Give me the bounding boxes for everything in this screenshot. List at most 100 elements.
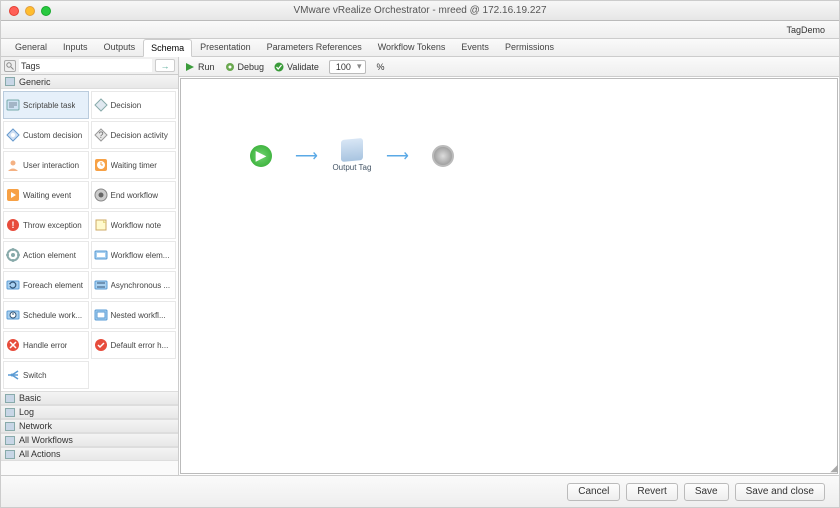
tab-general[interactable]: General [7, 38, 55, 56]
palette-item-workflow-element[interactable]: Workflow elem... [91, 241, 177, 269]
cancel-button[interactable]: Cancel [567, 483, 620, 501]
palette-item-asynchronous[interactable]: Asynchronous ... [91, 271, 177, 299]
tab-permissions[interactable]: Permissions [497, 38, 562, 56]
validate-button[interactable]: Validate [274, 62, 319, 72]
palette-item-schedule-workflow[interactable]: Schedule work... [3, 301, 89, 329]
folder-icon [5, 436, 15, 445]
waiting-timer-icon [94, 158, 108, 172]
titlebar: VMware vRealize Orchestrator - mreed @ 1… [1, 1, 839, 21]
category-log[interactable]: Log [1, 405, 178, 419]
folder-icon [5, 394, 15, 403]
palette-item-decision-activity[interactable]: ?Decision activity [91, 121, 177, 149]
palette-item-label: User interaction [23, 161, 79, 170]
category-network[interactable]: Network [1, 419, 178, 433]
folder-icon [5, 450, 15, 459]
palette-item-user-interaction[interactable]: User interaction [3, 151, 89, 179]
tab-schema[interactable]: Schema [143, 39, 192, 57]
tab-workflow-tokens[interactable]: Workflow Tokens [370, 38, 454, 56]
palette-item-label: Custom decision [23, 131, 82, 140]
palette-item-label: End workflow [111, 191, 159, 200]
waiting-event-icon [6, 188, 20, 202]
window-title: VMware vRealize Orchestrator - mreed @ 1… [1, 5, 839, 16]
palette-item-waiting-timer[interactable]: Waiting timer [91, 151, 177, 179]
tab-parameters-references[interactable]: Parameters References [259, 38, 370, 56]
tab-inputs[interactable]: Inputs [55, 38, 96, 56]
palette-item-label: Throw exception [23, 221, 82, 230]
palette-item-label: Schedule work... [23, 311, 82, 320]
asynchronous-icon [94, 278, 108, 292]
palette-item-label: Scriptable task [23, 101, 75, 110]
palette-item-label: Switch [23, 371, 47, 380]
start-node[interactable]: ▶ [241, 145, 281, 167]
switch-icon [6, 368, 20, 382]
palette-item-throw-exception[interactable]: ! Throw exception [3, 211, 89, 239]
script-icon [6, 98, 20, 112]
search-icon[interactable] [4, 60, 16, 72]
palette-item-label: Waiting event [23, 191, 71, 200]
search-input[interactable] [19, 59, 152, 72]
category-all-workflows[interactable]: All Workflows [1, 433, 178, 447]
debug-button[interactable]: Debug [225, 62, 265, 72]
palette-item-label: Nested workfl... [111, 311, 166, 320]
tab-presentation[interactable]: Presentation [192, 38, 259, 56]
tab-outputs[interactable]: Outputs [96, 38, 144, 56]
save-button[interactable]: Save [684, 483, 729, 501]
palette-item-end-workflow[interactable]: End workflow [91, 181, 177, 209]
zoom-select[interactable]: 100 ▾ [329, 60, 367, 74]
svg-text:!: ! [12, 220, 15, 230]
category-generic[interactable]: Generic [1, 75, 178, 89]
run-button[interactable]: Run [185, 62, 215, 72]
resize-grip-icon[interactable]: ◢ [830, 463, 838, 474]
workflow-name: TagDemo [786, 25, 825, 35]
palette-item-label: Workflow note [111, 221, 162, 230]
tab-events[interactable]: Events [453, 38, 497, 56]
save-and-close-button[interactable]: Save and close [735, 483, 825, 501]
arrow-icon: ⟶ [386, 146, 409, 166]
palette-item-switch[interactable]: Switch [3, 361, 89, 389]
palette-item-decision[interactable]: Decision [91, 91, 177, 119]
default-error-icon [94, 338, 108, 352]
end-workflow-icon [94, 188, 108, 202]
palette-item-default-error[interactable]: Default error h... [91, 331, 177, 359]
folder-icon [5, 408, 15, 417]
scriptable-task-node[interactable]: Output Tag [332, 139, 372, 172]
palette-item-label: Asynchronous ... [111, 281, 171, 290]
palette-item-label: Handle error [23, 341, 67, 350]
palette-item-label: Action element [23, 251, 76, 260]
nested-workflow-icon [94, 308, 108, 322]
workflow-canvas[interactable]: ▶ ⟶ Output Tag ⟶ [180, 78, 838, 474]
palette-item-label: Waiting timer [111, 161, 157, 170]
folder-icon [5, 422, 15, 431]
palette-item-label: Default error h... [111, 341, 169, 350]
end-node[interactable] [423, 145, 463, 167]
palette-item-nested-workflow[interactable]: Nested workfl... [91, 301, 177, 329]
palette-item-workflow-note[interactable]: Workflow note [91, 211, 177, 239]
user-interaction-icon [6, 158, 20, 172]
palette-item-foreach-element[interactable]: Foreach element [3, 271, 89, 299]
palette-item-waiting-event[interactable]: Waiting event [3, 181, 89, 209]
arrow-icon: ⟶ [295, 146, 318, 166]
zoom-percent: % [376, 62, 384, 72]
handle-error-icon [6, 338, 20, 352]
decision-activity-icon: ? [94, 128, 108, 142]
tab-bar: General Inputs Outputs Schema Presentati… [1, 39, 839, 57]
folder-icon [5, 77, 15, 86]
action-element-icon [6, 248, 20, 262]
foreach-element-icon [6, 278, 20, 292]
workflow-note-icon [94, 218, 108, 232]
palette-search: → [1, 57, 178, 75]
search-go-button[interactable]: → [155, 59, 175, 72]
palette-item-handle-error[interactable]: Handle error [3, 331, 89, 359]
schema-toolbar: Run Debug Validate 100 ▾ % [179, 57, 839, 77]
custom-decision-icon [6, 128, 20, 142]
palette-item-label: Decision activity [111, 131, 168, 140]
chevron-down-icon: ▾ [357, 61, 362, 72]
palette-item-script[interactable]: Scriptable task [3, 91, 89, 119]
palette-sidebar: → Generic Scriptable task Decision Custom … [1, 57, 179, 475]
revert-button[interactable]: Revert [626, 483, 677, 501]
end-icon [432, 145, 454, 167]
palette-item-custom-decision[interactable]: Custom decision [3, 121, 89, 149]
category-basic[interactable]: Basic [1, 391, 178, 405]
palette-item-action-element[interactable]: Action element [3, 241, 89, 269]
category-all-actions[interactable]: All Actions [1, 447, 178, 461]
